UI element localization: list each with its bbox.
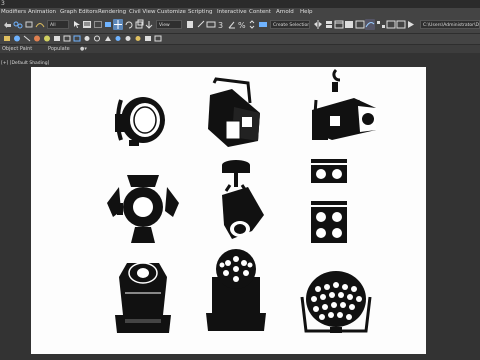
- scale-icon[interactable]: [134, 19, 144, 30]
- menu-scripting[interactable]: Scripting: [188, 8, 212, 17]
- spinner-snap-icon[interactable]: [247, 19, 257, 30]
- material-editor-icon[interactable]: [386, 19, 396, 30]
- selection-tools-icon[interactable]: [72, 34, 82, 43]
- menu-content[interactable]: Content: [249, 8, 271, 17]
- moving-head-spot[interactable]: [115, 262, 171, 333]
- menu-modifiers[interactable]: Modifiers: [1, 8, 26, 17]
- svg-text:3: 3: [218, 21, 223, 30]
- placement-icon[interactable]: [144, 19, 154, 30]
- project-path-field[interactable]: C:\Users\Administrator\Docum: [420, 20, 480, 29]
- menu-rendering[interactable]: Rendering: [98, 8, 126, 17]
- fresnel-light[interactable]: [115, 97, 165, 146]
- select-by-name-icon[interactable]: [82, 19, 92, 30]
- menu-civil-view[interactable]: Civil View: [129, 8, 155, 17]
- freeform-tools-icon[interactable]: [62, 34, 72, 43]
- secondary-toolbar: [0, 34, 480, 45]
- title-bar: 3: [0, 0, 480, 8]
- pin-spot-light[interactable]: [222, 160, 264, 239]
- object-paint-icon[interactable]: [32, 34, 42, 43]
- angle-snap-icon[interactable]: [227, 19, 237, 30]
- paint-tools-icon[interactable]: [82, 34, 92, 43]
- ellipsoidal-spot-light[interactable]: [312, 68, 376, 140]
- select-object-icon[interactable]: [72, 19, 82, 30]
- undo-icon[interactable]: [2, 19, 12, 30]
- select-manipulate-icon[interactable]: [196, 19, 206, 30]
- ribbon-toggle-icon[interactable]: [355, 19, 365, 30]
- ribbon-bar: Object Paint Populate ●▾: [0, 45, 480, 53]
- ribbon-options-icon[interactable]: ●▾: [80, 45, 87, 53]
- led-par-light[interactable]: [300, 271, 372, 333]
- shading-tools-icon[interactable]: [123, 34, 133, 43]
- viewport-label[interactable]: [+] [Default Shading]: [1, 61, 49, 66]
- render-setup-icon[interactable]: [396, 19, 406, 30]
- selection-filter-dropdown[interactable]: All: [47, 20, 69, 29]
- layer-explorer-icon[interactable]: [344, 19, 354, 30]
- object-paint-tab[interactable]: Object Paint: [2, 45, 32, 53]
- selection-mode-icon[interactable]: [2, 34, 12, 43]
- populate-tab[interactable]: Populate: [48, 45, 70, 53]
- display-tools-icon[interactable]: [153, 34, 163, 43]
- percent-snap-icon[interactable]: %: [237, 19, 247, 30]
- menu-graph-editors[interactable]: Graph Editors: [60, 8, 98, 17]
- pivot-center-icon[interactable]: [185, 19, 195, 30]
- moving-head-wash[interactable]: [206, 249, 266, 331]
- light-tools-icon[interactable]: [133, 34, 143, 43]
- render-frame-icon[interactable]: [406, 19, 416, 30]
- menu-animation[interactable]: Animation: [28, 8, 56, 17]
- window-crossing-icon[interactable]: [103, 19, 113, 30]
- align-icon[interactable]: [324, 19, 334, 30]
- named-selection-set-dropdown[interactable]: Create Selection Set: [270, 20, 310, 29]
- curve-editor-icon[interactable]: [365, 19, 375, 30]
- move-icon[interactable]: [113, 19, 123, 30]
- menu-customize[interactable]: Customize: [157, 8, 186, 17]
- selection-icon[interactable]: [22, 34, 32, 43]
- reference-coordinate-dropdown[interactable]: View: [156, 20, 182, 29]
- modeling-icon[interactable]: [52, 34, 62, 43]
- rotate-icon[interactable]: [124, 19, 134, 30]
- rectangular-selection-icon[interactable]: [93, 19, 103, 30]
- bind-space-warp-icon[interactable]: [35, 19, 45, 30]
- object-tools-icon[interactable]: [103, 34, 113, 43]
- scene-explorer-icon[interactable]: [334, 19, 344, 30]
- menu-bar: Modifiers Animation Graph Editors Render…: [0, 8, 480, 17]
- menu-interactive[interactable]: Interactive: [217, 8, 247, 17]
- blinder-2-light[interactable]: [311, 159, 347, 183]
- scene-render: [107, 68, 376, 333]
- shapes-tools-icon[interactable]: [113, 34, 123, 43]
- populate-icon[interactable]: [42, 34, 52, 43]
- schematic-view-icon[interactable]: [376, 19, 386, 30]
- camera-tools-icon[interactable]: [143, 34, 153, 43]
- svg-text:%: %: [238, 21, 246, 30]
- viewport-canvas[interactable]: [31, 67, 426, 354]
- mirror-icon[interactable]: [313, 19, 323, 30]
- snaps-toggle-icon[interactable]: 3: [217, 19, 227, 30]
- select-link-icon[interactable]: [13, 19, 23, 30]
- unlink-icon[interactable]: [24, 19, 34, 30]
- freeform-icon[interactable]: [12, 34, 22, 43]
- barn-door-light[interactable]: [107, 175, 179, 243]
- edit-named-selection-icon[interactable]: [258, 19, 268, 30]
- keyboard-shortcut-icon[interactable]: [206, 19, 216, 30]
- pan-tools-icon[interactable]: [92, 34, 102, 43]
- main-toolbar: All View 3 % Create Selection Set C:\Use…: [0, 17, 480, 34]
- menu-arnold[interactable]: Arnold: [276, 8, 294, 17]
- window-title: 3: [1, 0, 5, 7]
- menu-help[interactable]: Help: [300, 8, 313, 17]
- profile-spot-light[interactable]: [208, 77, 260, 147]
- blinder-4-light[interactable]: [311, 201, 347, 243]
